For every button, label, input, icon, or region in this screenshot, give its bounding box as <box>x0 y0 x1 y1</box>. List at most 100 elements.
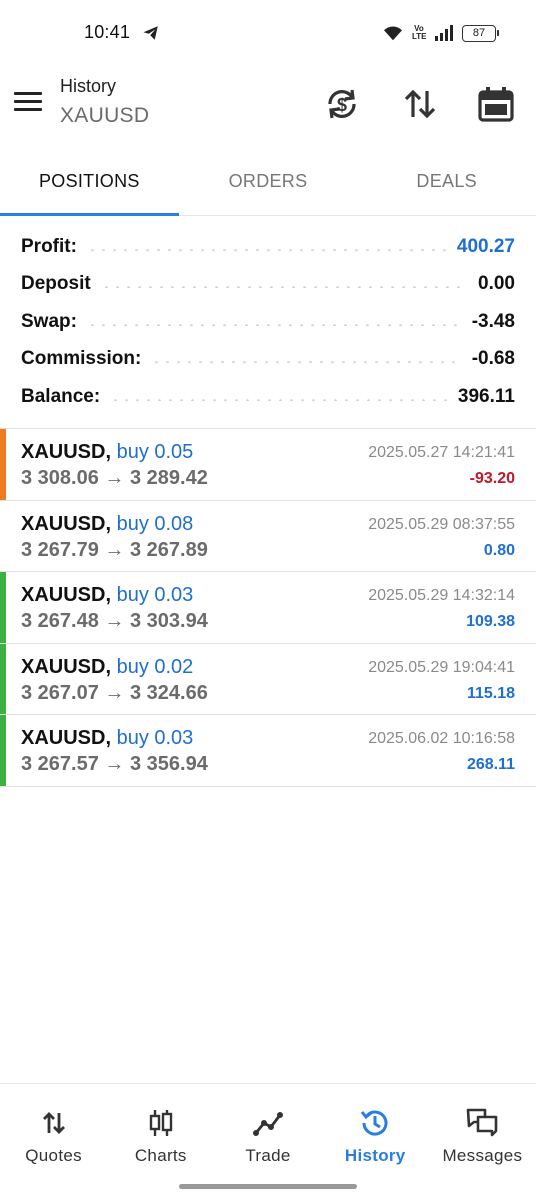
position-side: buy 0.03 <box>116 727 194 749</box>
close-price: 3 289.42 <box>129 467 208 489</box>
profit-value: 400.27 <box>456 235 515 257</box>
summary-row-swap: Swap: -3.48 <box>0 303 536 341</box>
position-profit: -93.20 <box>469 470 515 487</box>
nav-messages[interactable]: Messages <box>429 1084 536 1200</box>
volte-bottom: LTE <box>412 32 427 41</box>
position-side: buy 0.05 <box>116 441 194 463</box>
app-bar: History XAUUSD $ <box>0 66 536 146</box>
position-time: 2025.05.29 08:37:55 <box>368 515 515 533</box>
page-title: History <box>60 76 117 96</box>
tab-positions[interactable]: POSITIONS <box>0 156 179 216</box>
swap-label: Swap: <box>21 310 77 332</box>
sort-button[interactable] <box>400 84 440 124</box>
telegram-icon <box>143 26 158 40</box>
nav-label: History <box>344 1146 406 1165</box>
tab-deals[interactable]: DEALS <box>357 156 536 215</box>
position-prices: 3 267.07 → 3 324.66 <box>21 682 208 705</box>
position-row[interactable]: XAUUSD, buy 0.03 3 267.57 → 3 356.94 202… <box>0 715 536 787</box>
wifi-icon <box>384 26 402 41</box>
close-price: 3 324.66 <box>129 681 208 704</box>
bottom-navigation: Quotes Charts Trade History Messages <box>0 1083 536 1200</box>
price-arrow: → <box>104 467 125 489</box>
position-row[interactable]: XAUUSD, buy 0.03 3 267.48 → 3 303.94 202… <box>0 572 536 644</box>
position-symbol: XAUUSD, <box>21 512 112 535</box>
summary-row-profit: Profit: 400.27 <box>0 228 536 266</box>
position-profit: 0.80 <box>483 541 515 559</box>
dotted-leader <box>86 248 447 251</box>
position-stripe <box>0 429 6 500</box>
positions-list: XAUUSD, buy 0.05 3 308.06 → 3 289.42 202… <box>0 428 536 787</box>
candlestick-icon <box>144 1106 178 1140</box>
position-stripe <box>0 572 6 643</box>
volte-indicator: Vo LTE <box>412 25 427 41</box>
open-price: 3 267.07 <box>21 681 99 704</box>
price-arrow: → <box>104 753 125 775</box>
price-arrow: → <box>104 610 125 632</box>
nav-label: Charts <box>134 1146 187 1165</box>
nav-label: Quotes <box>25 1146 82 1165</box>
history-clock-icon <box>358 1106 392 1140</box>
position-prices: 3 267.48 → 3 303.94 <box>21 610 208 633</box>
position-time: 2025.05.29 14:32:14 <box>368 587 515 604</box>
close-price: 3 356.94 <box>129 753 208 775</box>
calendar-button[interactable] <box>476 84 516 124</box>
symbol-subtitle: XAUUSD <box>60 104 150 127</box>
position-symbol: XAUUSD, <box>21 727 112 749</box>
position-symbol: XAUUSD, <box>21 584 112 606</box>
summary-panel: Profit: 400.27 Deposit 0.00 Swap: -3.48 … <box>0 228 536 416</box>
position-stripe <box>0 715 6 786</box>
quotes-arrows-icon <box>37 1106 71 1140</box>
nav-charts[interactable]: Charts <box>107 1084 214 1200</box>
summary-row-balance: Balance: 396.11 <box>0 378 536 416</box>
position-stripe <box>0 643 6 714</box>
summary-row-commission: Commission: -0.68 <box>0 341 536 379</box>
open-price: 3 267.79 <box>21 538 99 561</box>
dotted-leader <box>86 323 462 326</box>
position-row[interactable]: XAUUSD, buy 0.02 3 267.07 → 3 324.66 202… <box>0 643 536 715</box>
position-header: XAUUSD, buy 0.02 <box>21 656 193 679</box>
calendar-icon <box>478 87 514 122</box>
position-prices: 3 267.79 → 3 267.89 <box>21 539 208 562</box>
summary-row-deposit: Deposit 0.00 <box>0 266 536 304</box>
position-symbol: XAUUSD, <box>21 441 112 463</box>
swap-value: -3.48 <box>471 310 515 332</box>
commission-label: Commission: <box>21 348 142 370</box>
nav-label: Trade <box>245 1146 291 1165</box>
position-header: XAUUSD, buy 0.03 <box>21 727 193 750</box>
close-price: 3 267.89 <box>129 538 208 561</box>
position-side: buy 0.02 <box>116 655 194 678</box>
position-symbol: XAUUSD, <box>21 655 112 678</box>
title-block: History XAUUSD <box>60 76 149 128</box>
menu-button[interactable] <box>14 88 46 118</box>
position-profit: 109.38 <box>466 613 515 630</box>
position-side: buy 0.03 <box>116 584 194 606</box>
position-prices: 3 267.57 → 3 356.94 <box>21 753 208 776</box>
nav-trade[interactable]: Trade <box>214 1084 321 1200</box>
currency-exchange-button[interactable]: $ <box>322 84 362 124</box>
menu-icon-bar <box>14 92 42 95</box>
dotted-leader <box>151 361 462 364</box>
balance-label: Balance: <box>21 385 101 407</box>
nav-quotes[interactable]: Quotes <box>0 1084 107 1200</box>
open-price: 3 308.06 <box>21 467 99 489</box>
position-header: XAUUSD, buy 0.08 <box>21 513 193 536</box>
commission-value: -0.68 <box>471 348 515 370</box>
trade-line-icon <box>251 1106 285 1140</box>
price-arrow: → <box>104 538 125 561</box>
position-header: XAUUSD, buy 0.03 <box>21 584 193 607</box>
position-stripe <box>0 501 6 572</box>
position-row[interactable]: XAUUSD, buy 0.08 3 267.79 → 3 267.89 202… <box>0 501 536 572</box>
home-indicator[interactable] <box>179 1184 357 1189</box>
sort-icon <box>404 89 436 119</box>
position-time: 2025.05.27 14:21:41 <box>368 444 515 461</box>
history-tabs: POSITIONS ORDERS DEALS <box>0 156 536 216</box>
tab-orders[interactable]: ORDERS <box>179 156 358 215</box>
price-arrow: → <box>104 681 125 704</box>
status-bar: 10:41 Vo LTE 87 <box>0 0 536 66</box>
position-row[interactable]: XAUUSD, buy 0.05 3 308.06 → 3 289.42 202… <box>0 429 536 501</box>
nav-history[interactable]: History <box>322 1084 429 1200</box>
menu-icon-bar <box>14 108 42 111</box>
position-header: XAUUSD, buy 0.05 <box>21 441 193 464</box>
dotted-leader <box>110 398 448 401</box>
dotted-leader <box>100 286 469 289</box>
